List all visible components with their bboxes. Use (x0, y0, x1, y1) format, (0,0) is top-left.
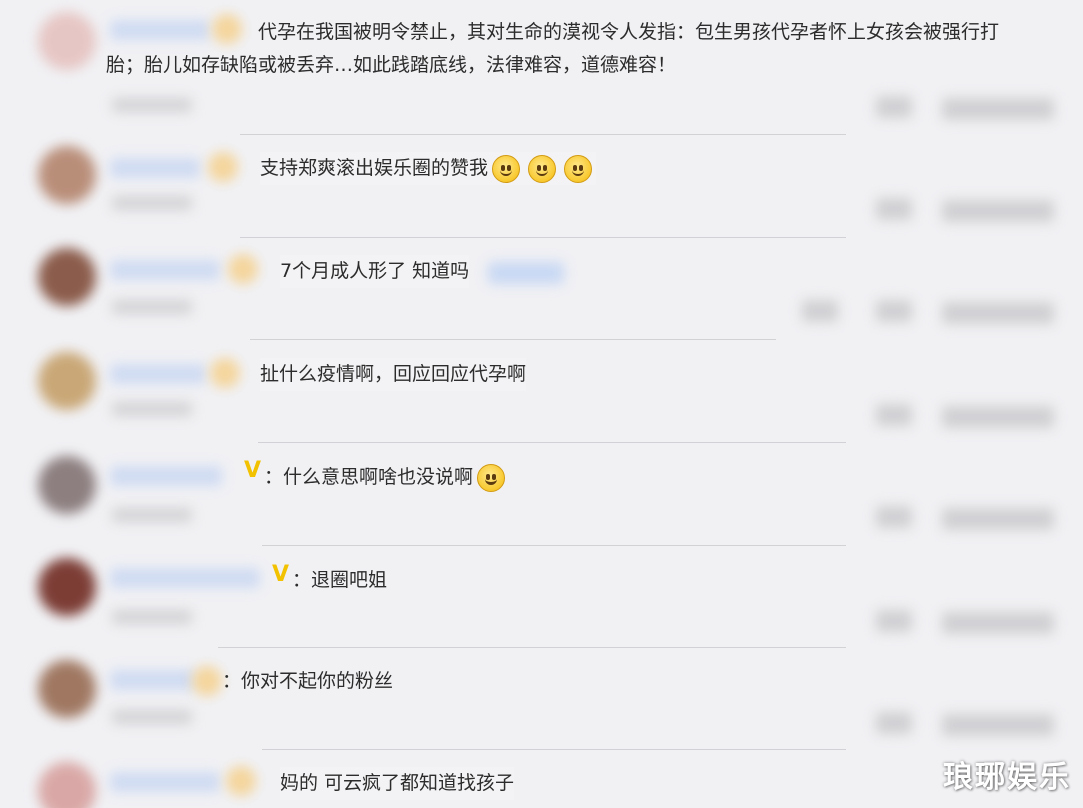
divider (262, 749, 846, 750)
badge-icon (228, 254, 258, 284)
comment-text: 支持郑爽滚出娱乐圈的赞我 (260, 152, 597, 185)
divider (258, 442, 846, 443)
username-blurred[interactable] (110, 466, 222, 486)
timestamp-blurred (112, 98, 192, 112)
comment-feed: 代孕在我国被明令禁止，其对生命的漠视令人发指：包生男孩代孕者怀上女孩会被强行打胎… (0, 0, 1083, 808)
vip-icon: V (272, 562, 290, 587)
avatar[interactable] (38, 762, 96, 808)
reply-icon[interactable] (802, 300, 838, 322)
comment-text: ：什么意思啊啥也没说啊 (264, 461, 509, 494)
username-blurred[interactable] (110, 260, 220, 280)
like-button[interactable] (942, 508, 1054, 530)
reply-icon[interactable] (876, 506, 912, 528)
like-button[interactable] (942, 302, 1054, 324)
smile-emoji-icon (492, 154, 521, 183)
timestamp-blurred (112, 402, 192, 416)
reply-icon[interactable] (876, 610, 912, 632)
timestamp-blurred (112, 710, 192, 724)
timestamp-blurred (112, 508, 192, 522)
reply-icon[interactable] (876, 198, 912, 220)
timestamp-blurred (112, 610, 192, 624)
grin-emoji-icon (477, 463, 506, 492)
reply-icon[interactable] (876, 96, 912, 118)
badge-icon (192, 666, 222, 696)
like-button[interactable] (942, 714, 1054, 736)
vip-icon: V (244, 458, 262, 483)
username-blurred[interactable] (110, 158, 200, 178)
like-button[interactable] (942, 98, 1054, 120)
comment-text: ：你对不起你的粉丝 (222, 670, 394, 692)
avatar[interactable] (38, 558, 96, 616)
smile-emoji-icon (528, 154, 557, 183)
timestamp-blurred (112, 196, 192, 210)
divider (218, 647, 846, 648)
like-button[interactable] (942, 612, 1054, 634)
comment-text: ：退圈吧姐 (292, 569, 388, 591)
comment-text: 扯什么疫情啊，回应回应代孕啊 (260, 358, 527, 391)
avatar[interactable] (38, 456, 96, 514)
avatar[interactable] (38, 146, 96, 204)
badge-icon (226, 766, 256, 796)
avatar[interactable] (38, 660, 96, 718)
comment-text: 代孕在我国被明令禁止，其对生命的漠视令人发指：包生男孩代孕者怀上女孩会被强行打胎… (106, 21, 1000, 76)
divider (240, 237, 846, 238)
watermark: 琅琊娱乐 (943, 760, 1071, 795)
username-blurred[interactable] (110, 772, 220, 792)
badge-icon (210, 358, 240, 388)
reply-icon[interactable] (876, 404, 912, 426)
username-blurred[interactable] (110, 568, 260, 588)
avatar[interactable] (38, 12, 96, 70)
badge-icon (208, 152, 238, 182)
timestamp-blurred (112, 300, 192, 314)
username-blurred[interactable] (110, 670, 196, 690)
avatar[interactable] (38, 352, 96, 410)
divider (240, 134, 846, 135)
comment-text: 7个月成人形了 知道吗 (280, 255, 470, 288)
like-button[interactable] (942, 406, 1054, 428)
divider (262, 545, 846, 546)
mention-link[interactable] (488, 262, 564, 284)
divider (250, 339, 776, 340)
like-button[interactable] (942, 200, 1054, 222)
avatar[interactable] (38, 248, 96, 306)
comment-text: 妈的 可云疯了都知道找孩子 (280, 767, 515, 800)
reply-icon[interactable] (876, 300, 912, 322)
smile-emoji-icon (564, 154, 593, 183)
username-blurred[interactable] (110, 364, 206, 384)
reply-icon[interactable] (876, 712, 912, 734)
